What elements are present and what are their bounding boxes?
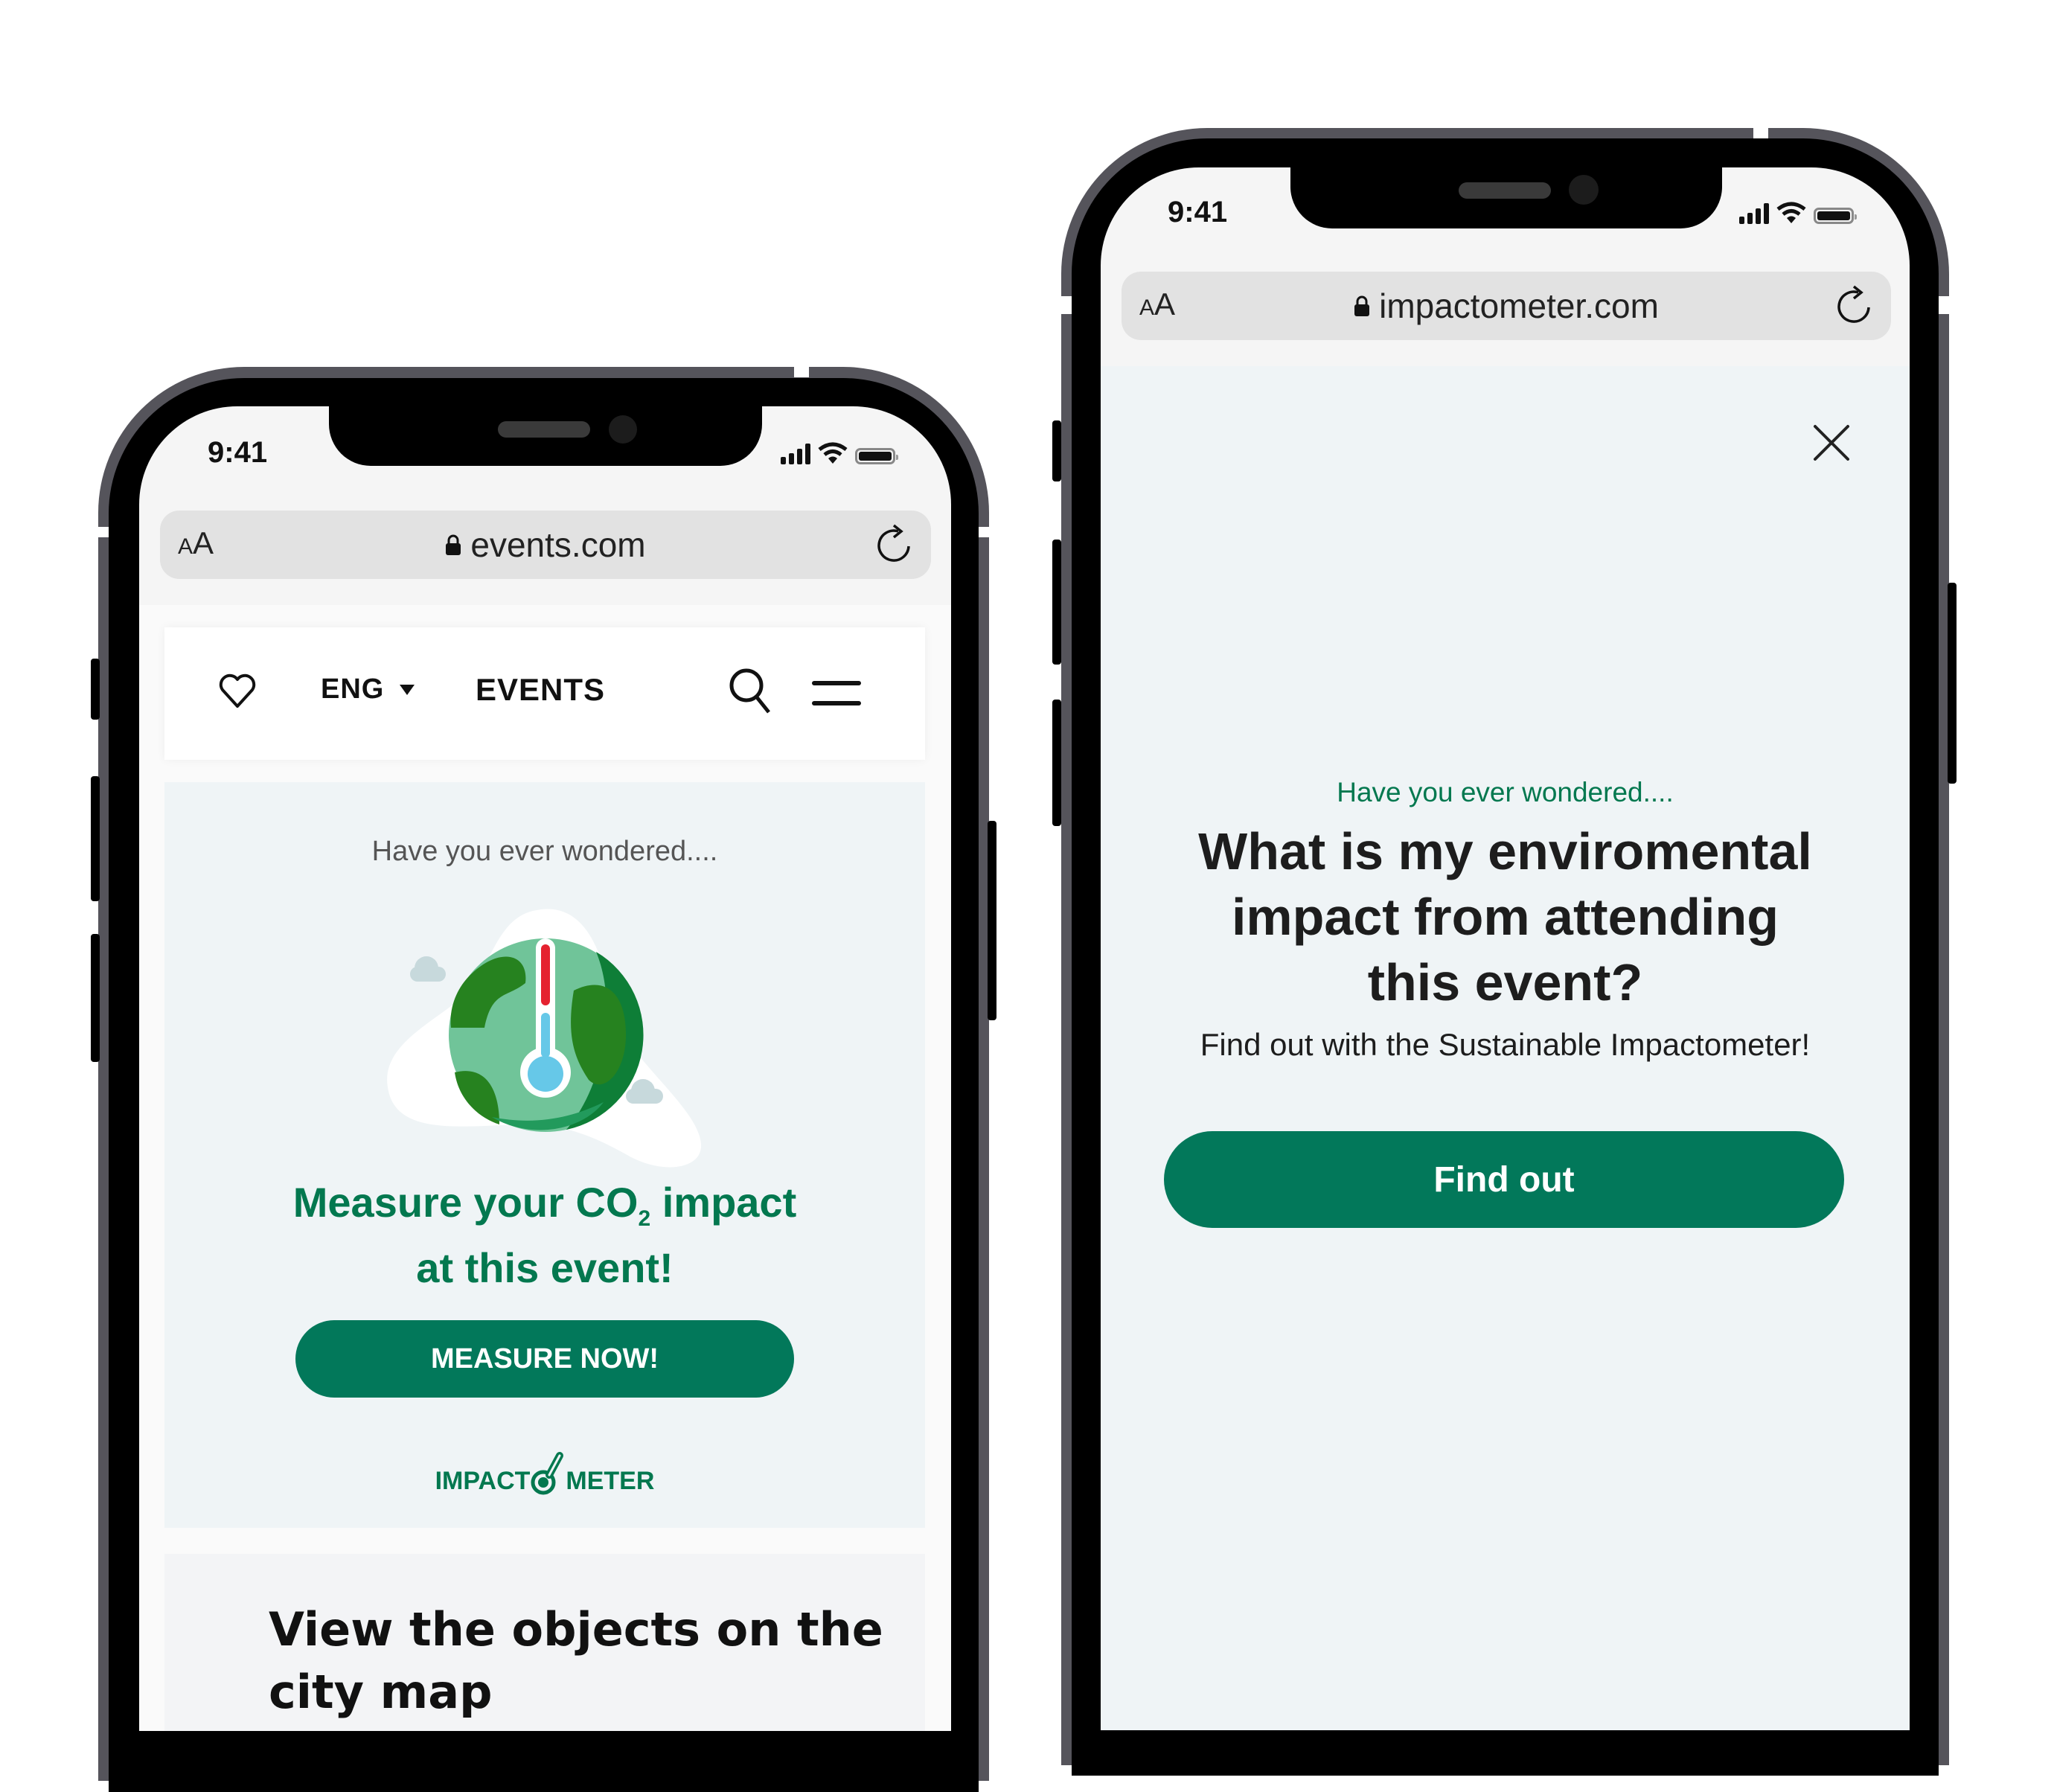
lock-icon xyxy=(446,534,461,555)
hamburger-menu-icon[interactable] xyxy=(812,678,861,709)
right-screen: 9:41 AA impactometer.com Have you ever w… xyxy=(1101,167,1910,1730)
volume-up-button xyxy=(1052,540,1061,665)
search-icon[interactable] xyxy=(727,666,773,715)
url-text: events.com xyxy=(470,525,646,564)
modal-subtitle: Find out with the Sustainable Impactomet… xyxy=(1200,1027,1811,1062)
modal-title: What is my enviromental impact from atte… xyxy=(1198,822,1812,1011)
language-selector[interactable]: ENG xyxy=(321,673,415,705)
power-button xyxy=(1948,583,1957,784)
cloud-icon xyxy=(410,956,446,982)
left-screen: 9:41 AA events.com ENG EVENTS Have you e… xyxy=(139,406,951,1731)
mute-switch xyxy=(1052,420,1061,481)
notch xyxy=(1290,167,1722,228)
address-bar[interactable]: AA events.com xyxy=(160,511,931,579)
url-display[interactable]: impactometer.com xyxy=(1122,286,1891,326)
signal-icon xyxy=(781,444,810,464)
signal-icon xyxy=(1739,203,1769,224)
page-content: ENG EVENTS Have you ever wondered.... Me… xyxy=(139,605,951,1731)
close-icon[interactable] xyxy=(1813,424,1850,461)
measure-now-button[interactable]: MEASURE NOW! xyxy=(295,1320,794,1398)
lock-icon xyxy=(1354,295,1370,316)
url-display[interactable]: events.com xyxy=(160,525,931,565)
camera xyxy=(1569,175,1599,205)
promo-eyebrow: Have you ever wondered.... xyxy=(371,836,718,867)
volume-down-button xyxy=(1052,700,1061,826)
globe-thermometer-illustration xyxy=(387,909,702,1168)
impactometer-logo: IMPACT METER xyxy=(164,1448,925,1496)
thermometer-logo-icon xyxy=(531,1452,564,1495)
battery-icon xyxy=(855,448,898,464)
status-time: 9:41 xyxy=(1168,196,1228,228)
notch xyxy=(329,406,762,466)
battery-icon xyxy=(1814,208,1857,224)
wifi-icon xyxy=(818,442,848,464)
map-card-title: View the objects on the city map xyxy=(269,1602,883,1719)
impactometer-modal: Have you ever wondered.... What is my en… xyxy=(1101,366,1910,1730)
frame-gap xyxy=(794,367,809,377)
caret-down-icon xyxy=(400,684,415,695)
camera xyxy=(609,415,637,444)
status-icons xyxy=(781,442,898,464)
promo-headline: Measure your CO2 impact at this event! xyxy=(292,1179,797,1292)
site-header: ENG EVENTS xyxy=(164,627,925,760)
city-map-card[interactable]: View the objects on the city map xyxy=(164,1554,925,1731)
address-bar[interactable]: AA impactometer.com xyxy=(1122,272,1891,340)
mute-switch xyxy=(91,659,100,720)
status-icons xyxy=(1739,202,1857,224)
speaker xyxy=(1459,182,1551,199)
reload-icon[interactable] xyxy=(1836,285,1875,328)
nav-events[interactable]: EVENTS xyxy=(476,672,605,708)
impactometer-promo: Have you ever wondered.... Measure your … xyxy=(164,782,925,1528)
find-out-button[interactable]: Find out xyxy=(1164,1131,1844,1228)
reload-icon[interactable] xyxy=(876,524,915,567)
speaker xyxy=(498,421,590,438)
volume-up-button xyxy=(91,776,100,901)
frame-gap xyxy=(1753,128,1768,138)
heart-icon[interactable] xyxy=(217,671,258,712)
modal-eyebrow: Have you ever wondered.... xyxy=(1337,777,1674,807)
status-time: 9:41 xyxy=(208,436,268,469)
url-text: impactometer.com xyxy=(1379,287,1659,325)
power-button xyxy=(988,821,996,1020)
wifi-icon xyxy=(1776,202,1806,223)
language-label: ENG xyxy=(321,673,385,705)
volume-down-button xyxy=(91,934,100,1062)
